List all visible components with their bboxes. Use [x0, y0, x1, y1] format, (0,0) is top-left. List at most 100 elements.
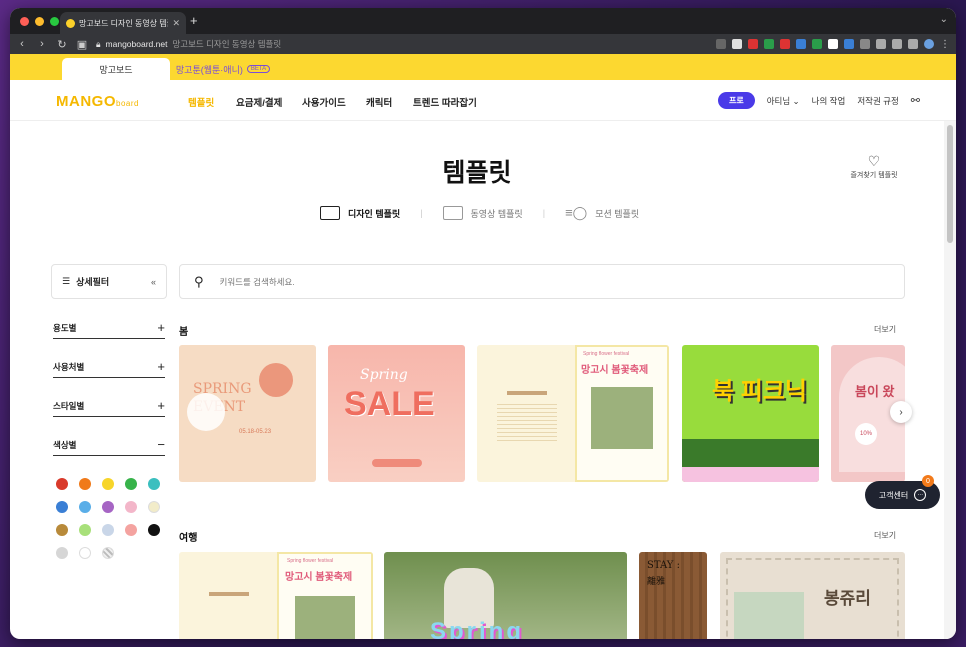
filter-section-color[interactable]: 색상별 −: [53, 434, 165, 456]
minimize-window-button[interactable]: [35, 16, 44, 26]
url-host: mangoboard.net: [105, 39, 168, 49]
close-tab-icon[interactable]: ✕: [172, 18, 180, 29]
extension-icon[interactable]: [796, 39, 806, 49]
extension-icon[interactable]: [764, 39, 774, 49]
detail-filter-toggle[interactable]: ☰ 상세필터 «: [51, 264, 167, 299]
template-card-book-picnic[interactable]: 북 피크닉: [682, 345, 819, 482]
filter-section-usage[interactable]: 용도별 +: [53, 317, 165, 339]
reload-icon[interactable]: ↻: [56, 38, 68, 51]
filter-section-label: 스타일별: [53, 400, 85, 411]
tab-motion-templates[interactable]: ≡◯ 모션 템플릿: [565, 205, 639, 221]
chevron-down-icon: ⌄: [792, 95, 800, 106]
template-card-travel-spring-photo[interactable]: Spring: [384, 552, 627, 639]
favorites-link[interactable]: ♡ 즐겨찾기 템플릿: [844, 153, 904, 180]
nav-item-pricing[interactable]: 요금제/결제: [236, 95, 282, 109]
template-card-travel-bong[interactable]: 봉쥬리: [720, 552, 905, 639]
my-work-link[interactable]: 나의 작업: [812, 95, 846, 107]
image-icon: [320, 206, 340, 220]
extension-icon[interactable]: [732, 39, 742, 49]
profile-avatar[interactable]: [924, 39, 934, 49]
color-swatch[interactable]: [79, 547, 91, 559]
share-icon[interactable]: [716, 39, 726, 49]
template-card-flower-festival[interactable]: Spring flower festival 망고시 봄꽃축제: [477, 345, 669, 482]
close-window-button[interactable]: [20, 16, 29, 26]
cast-icon[interactable]: [892, 39, 902, 49]
filter-section-venue[interactable]: 사용처별 +: [53, 356, 165, 378]
extension-icon[interactable]: [780, 39, 790, 49]
tab-mangoboard[interactable]: 망고보드: [62, 58, 170, 80]
color-swatch[interactable]: [102, 524, 114, 536]
nav-item-templates[interactable]: 템플릿: [188, 95, 214, 109]
card-subtext: 05.18-05.23: [239, 429, 272, 435]
divider: |: [420, 208, 423, 218]
browser-tabbar: 망고보드 디자인 동영상 템플릿 ✕ + ⌄: [10, 8, 956, 34]
download-icon[interactable]: [876, 39, 886, 49]
color-swatch[interactable]: [102, 478, 114, 490]
scrollbar-thumb[interactable]: [947, 125, 953, 243]
search-input[interactable]: [219, 276, 720, 287]
color-swatch[interactable]: [102, 547, 114, 559]
tab-design-templates[interactable]: 디자인 템플릿: [320, 206, 400, 220]
menu-icon[interactable]: ⋮: [940, 39, 950, 50]
nav-item-characters[interactable]: 캐릭터: [366, 95, 392, 109]
extension-icon[interactable]: [812, 39, 822, 49]
handshake-icon[interactable]: ⚯: [911, 94, 920, 107]
color-swatch[interactable]: [56, 547, 68, 559]
card-text: 북 피크닉: [712, 378, 807, 405]
color-swatch[interactable]: [125, 478, 137, 490]
card-subtext: Spring flower festival: [583, 351, 630, 357]
color-swatch[interactable]: [148, 478, 160, 490]
new-tab-icon[interactable]: +: [190, 13, 198, 28]
more-link-spring[interactable]: 더보기: [874, 324, 896, 335]
card-text-decoration: [497, 401, 557, 441]
filter-section-label: 용도별: [53, 322, 77, 333]
nav-item-trends[interactable]: 트렌드 따라잡기: [413, 95, 477, 109]
template-card-travel-festival[interactable]: Spring flower festival 망고시 봄꽃축제: [179, 552, 373, 639]
template-card-spring-event[interactable]: SPRING EVENT 05.18-05.23: [179, 345, 316, 482]
maximize-window-button[interactable]: [50, 16, 59, 26]
color-swatch[interactable]: [79, 501, 91, 513]
color-swatch[interactable]: [125, 524, 137, 536]
color-swatch[interactable]: [56, 478, 68, 490]
notion-icon[interactable]: ▣: [76, 38, 88, 51]
tab-video-templates[interactable]: 동영상 템플릿: [442, 206, 523, 220]
collapse-icon[interactable]: «: [151, 277, 156, 287]
search-icon[interactable]: ⚲: [194, 274, 204, 290]
template-card-spring-sale[interactable]: Spring SALE: [328, 345, 465, 482]
color-swatch[interactable]: [102, 501, 114, 513]
extension-icon[interactable]: [828, 39, 838, 49]
tab-mangotoon[interactable]: 망고툰(웹툰·애니) BETA: [168, 58, 278, 80]
chevron-down-icon[interactable]: ⌄: [940, 14, 948, 25]
site-tabs: 망고보드 망고툰(웹툰·애니) BETA: [10, 54, 956, 80]
sidebar-icon[interactable]: [908, 39, 918, 49]
more-link-travel[interactable]: 더보기: [874, 530, 896, 541]
user-menu[interactable]: 아티님 ⌄: [767, 95, 800, 107]
filter-section-style[interactable]: 스타일별 +: [53, 395, 165, 417]
forward-icon[interactable]: ›: [36, 38, 48, 50]
color-swatch[interactable]: [79, 524, 91, 536]
pro-badge[interactable]: 프로: [717, 92, 755, 109]
template-card-travel-stay[interactable]: STAY : 離雅: [639, 552, 707, 639]
puzzle-icon[interactable]: [860, 39, 870, 49]
color-swatch[interactable]: [56, 524, 68, 536]
copyright-link[interactable]: 저작권 규정: [857, 95, 898, 107]
mangoboard-logo[interactable]: MANGOboard: [56, 93, 139, 110]
color-swatch[interactable]: [125, 501, 137, 513]
nav-item-guide[interactable]: 사용가이드: [302, 95, 346, 109]
browser-tab[interactable]: 망고보드 디자인 동영상 템플릿 ✕: [60, 12, 186, 34]
tab-mangotoon-label: 망고툰(웹툰·애니): [175, 64, 243, 75]
browser-window: 망고보드 디자인 동영상 템플릿 ✕ + ⌄ ‹ › ↻ ▣ 🔒︎ mangob…: [10, 8, 956, 639]
color-swatch[interactable]: [79, 478, 91, 490]
extension-icon[interactable]: [748, 39, 758, 49]
color-swatch[interactable]: [148, 501, 160, 513]
main-nav: MANGOboard 템플릿 요금제/결제 사용가이드 캐릭터 트렌드 따라잡기…: [10, 80, 956, 121]
color-swatch[interactable]: [148, 524, 160, 536]
back-icon[interactable]: ‹: [16, 38, 28, 50]
color-swatch[interactable]: [56, 501, 68, 513]
carousel-next-button[interactable]: ›: [890, 401, 912, 423]
extension-icon[interactable]: [844, 39, 854, 49]
url-field[interactable]: 🔒︎ mangoboard.net 망고보드 디자인 동영상 템플릿: [96, 38, 708, 50]
logo-main-text: MANGO: [56, 93, 116, 110]
page-scrollbar[interactable]: [944, 121, 956, 639]
card-subtext: 10%: [855, 423, 877, 445]
